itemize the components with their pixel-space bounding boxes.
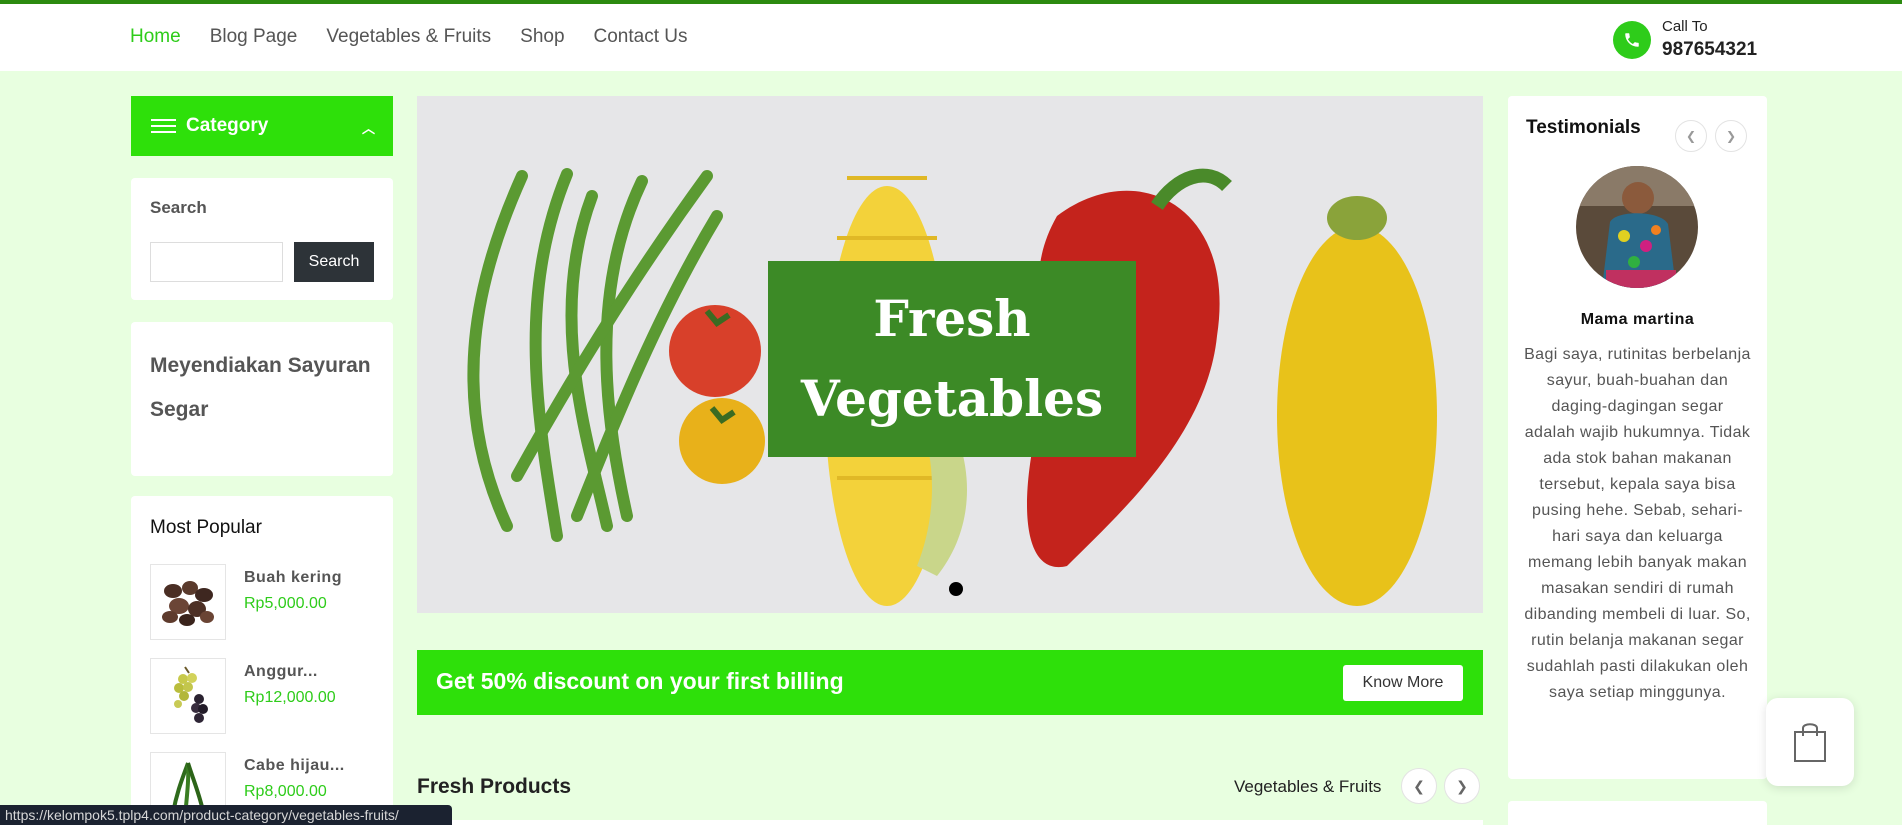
chevron-left-icon[interactable]: ❮ — [1675, 120, 1707, 152]
search-input[interactable] — [150, 242, 283, 282]
promo-text-widget: Meyendiakan Sayuran Segar — [131, 322, 393, 476]
fresh-products-title: Fresh Products — [417, 775, 572, 798]
list-item[interactable]: Buah kering Rp5,000.00 — [150, 564, 380, 640]
discount-text: Get 50% discount on your first billing — [436, 668, 844, 694]
hero-line-2: Vegetables — [800, 369, 1104, 428]
status-bar-url: https://kelompok5.tplp4.com/product-cate… — [0, 805, 452, 825]
product-thumbnail[interactable] — [150, 564, 226, 640]
nav-home[interactable]: Home — [130, 26, 181, 48]
product-name[interactable]: Anggur... — [244, 663, 318, 681]
product-name[interactable]: Buah kering — [244, 569, 342, 587]
hero-slider[interactable]: Fresh Vegetables — [417, 96, 1483, 613]
call-number: 987654321 — [1662, 39, 1758, 60]
testimonial-quote: Bagi saya, rutinitas berbelanja sayur, b… — [1524, 346, 1751, 701]
search-title: Search — [150, 198, 207, 217]
product-price: Rp12,000.00 — [244, 689, 336, 706]
testimonial-author: Mama martina — [1580, 311, 1695, 328]
call-label: Call To — [1662, 18, 1708, 35]
hero-line-1: Fresh — [873, 289, 1031, 348]
discount-banner: Get 50% discount on your first billing K… — [417, 650, 1483, 715]
search-widget: Search Search — [131, 178, 393, 300]
promo-text: Meyendiakan Sayuran Segar — [150, 354, 371, 421]
nav-contact-us[interactable]: Contact Us — [594, 26, 688, 48]
know-more-button[interactable]: Know More — [1343, 665, 1463, 701]
hero-headline: Fresh Vegetables — [768, 261, 1136, 457]
search-button[interactable]: Search — [294, 242, 374, 282]
product-thumbnail[interactable] — [150, 658, 226, 734]
avatar — [1576, 166, 1698, 288]
testimonials-widget: Testimonials ❮ ❯ Mama martina Bagi saya,… — [1508, 96, 1767, 779]
phone-icon — [1613, 20, 1651, 59]
product-price: Rp8,000.00 — [244, 783, 327, 800]
site-header: Home Blog Page Vegetables & Fruits Shop … — [0, 4, 1902, 71]
product-name[interactable]: Cabe hijau... — [244, 757, 345, 775]
nav-blog-page[interactable]: Blog Page — [210, 26, 298, 48]
category-toggle[interactable]: Category ︿ — [131, 96, 393, 156]
nav-vegetables-fruits[interactable]: Vegetables & Fruits — [326, 26, 491, 48]
testimonials-title: Testimonials — [1526, 117, 1641, 138]
shopping-bag-icon — [1794, 723, 1826, 762]
most-popular-widget: Most Popular Buah kering Rp5,000.00 Angg… — [131, 496, 393, 825]
menu-icon — [151, 115, 176, 137]
products-section-top — [417, 820, 1483, 825]
main-nav: Home Blog Page Vegetables & Fruits Shop … — [130, 26, 688, 48]
category-label: Category — [186, 115, 269, 136]
product-price: Rp5,000.00 — [244, 595, 327, 612]
fresh-products-category-link[interactable]: Vegetables & Fruits — [1234, 777, 1381, 797]
chevron-left-icon[interactable]: ❮ — [1401, 768, 1437, 804]
sidebar-widget — [1508, 801, 1767, 825]
slider-dot[interactable] — [949, 582, 963, 596]
chevron-right-icon[interactable]: ❯ — [1715, 120, 1747, 152]
nav-shop[interactable]: Shop — [520, 26, 564, 48]
list-item[interactable]: Anggur... Rp12,000.00 — [150, 658, 380, 734]
call-to[interactable]: Call To 987654321 — [1613, 18, 1757, 61]
most-popular-title: Most Popular — [150, 517, 262, 538]
cart-button[interactable] — [1766, 698, 1854, 786]
chevron-right-icon[interactable]: ❯ — [1444, 768, 1480, 804]
chevron-up-icon: ︿ — [361, 121, 375, 136]
